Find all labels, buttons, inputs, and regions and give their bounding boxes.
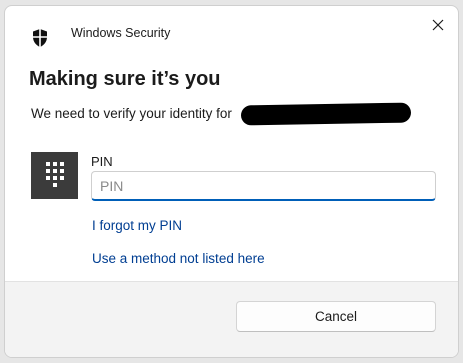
- app-title: Windows Security: [71, 26, 171, 40]
- redaction-mark: [240, 102, 412, 126]
- page-title: Making sure it’s you: [29, 68, 221, 90]
- cancel-button[interactable]: Cancel: [236, 301, 436, 332]
- pin-input[interactable]: [91, 171, 436, 201]
- forgot-pin-link[interactable]: I forgot my PIN: [92, 218, 182, 233]
- shield-icon: [31, 28, 49, 48]
- pin-tile: [31, 152, 78, 199]
- close-icon: [432, 18, 444, 36]
- close-button[interactable]: [427, 16, 449, 38]
- windows-security-dialog: Windows Security Making sure it’s you We…: [4, 5, 459, 358]
- pin-label: PIN: [91, 154, 113, 169]
- other-method-link[interactable]: Use a method not listed here: [92, 251, 265, 266]
- verify-identity-text: We need to verify your identity for: [31, 106, 232, 121]
- keypad-icon: [42, 159, 68, 192]
